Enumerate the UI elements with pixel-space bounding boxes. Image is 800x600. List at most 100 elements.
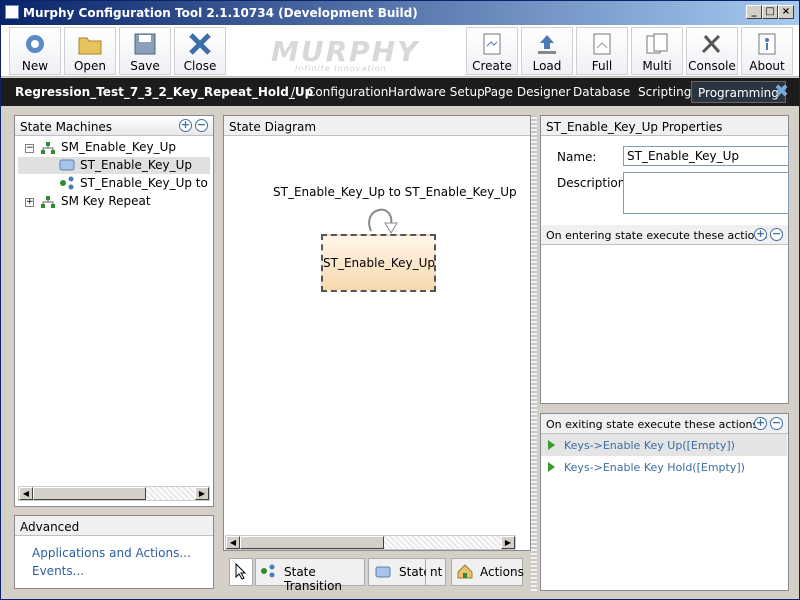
tree-item-transition[interactable]: ST_Enable_Key_Up to ST_ (80, 176, 210, 190)
play-icon (548, 440, 555, 450)
scroll-right-arrow[interactable]: ▶ (501, 536, 515, 549)
play-icon (548, 462, 555, 472)
multi-document-icon (646, 33, 668, 54)
exiting-action-label: Keys->Enable Key Up([Empty]) (564, 439, 735, 452)
exiting-actions-header: On exiting state execute these actions +… (541, 414, 788, 434)
murphy-logo: MURPHY Infinite Innovation (271, 35, 417, 73)
remove-state-machine-button[interactable]: − (195, 119, 208, 132)
properties-panel: ST_Enable_Key_Up Properties Name: ST_Ena… (540, 115, 789, 404)
self-transition-arrow[interactable] (361, 197, 401, 237)
maximize-button[interactable]: □ (762, 5, 778, 19)
window-title: Murphy Configuration Tool 2.1.10734 (Dev… (23, 6, 418, 20)
actions-tool-label: Actions (480, 565, 524, 579)
multi-button[interactable]: Multi (631, 27, 683, 75)
exiting-actions-title: On exiting state execute these actions (546, 418, 759, 431)
tab-hardware-setup[interactable]: Hardware Setup (388, 85, 485, 99)
main-toolbar: New Open Save Close MURPHY Infinite Inno… (1, 25, 799, 77)
minimize-button[interactable]: _ (746, 5, 762, 19)
hidden-tool[interactable]: nt (426, 558, 446, 586)
remove-entering-action-button[interactable]: − (770, 228, 783, 241)
splitter[interactable] (531, 115, 537, 591)
app-icon (5, 5, 19, 19)
collapse-toggle[interactable]: − (25, 144, 34, 153)
folder-icon (78, 37, 102, 55)
state-tool[interactable]: State (368, 558, 431, 586)
scroll-thumb[interactable] (33, 487, 146, 500)
state-icon (59, 159, 75, 171)
console-button[interactable]: Console (686, 27, 738, 75)
exiting-action-label: Keys->Enable Key Hold([Empty]) (564, 461, 745, 474)
events-link[interactable]: Events... (32, 564, 84, 578)
nav-separator: / (291, 85, 296, 99)
tab-page-designer[interactable]: Page Designer (484, 85, 571, 99)
advanced-title: Advanced (20, 520, 80, 534)
scroll-left-arrow[interactable]: ◀ (226, 536, 240, 549)
create-button[interactable]: Create (466, 27, 518, 75)
tree-item-st-enable-key-up[interactable]: ST_Enable_Key_Up (80, 158, 192, 172)
open-label: Open (73, 59, 107, 73)
state-machines-panel: State Machines + − − SM_Enable_Key_Up ST… (14, 115, 214, 507)
about-button[interactable]: About (741, 27, 793, 75)
tab-database[interactable]: Database (573, 85, 630, 99)
add-state-machine-button[interactable]: + (179, 119, 192, 132)
tab-programming[interactable]: Programming (691, 81, 786, 103)
close-x-icon (189, 33, 211, 55)
pointer-tool[interactable] (229, 558, 253, 586)
load-button[interactable]: Load (521, 27, 573, 75)
horizontal-scrollbar[interactable]: ◀ ▶ (18, 486, 210, 501)
scroll-left-arrow[interactable]: ◀ (19, 487, 33, 500)
entering-actions-title: On entering state execute these actions (546, 229, 768, 242)
app-window: Murphy Configuration Tool 2.1.10734 (Dev… (0, 0, 800, 600)
close-window-button[interactable]: × (778, 5, 794, 19)
exiting-action-item[interactable]: Keys->Enable Key Up([Empty]) (541, 434, 787, 456)
state-node[interactable]: ST_Enable_Key_Up (321, 234, 436, 292)
gear-icon (26, 35, 44, 53)
tools-icon (701, 34, 721, 54)
floppy-disk-icon (134, 33, 156, 55)
transition-icon (60, 176, 74, 190)
state-icon (375, 566, 391, 578)
new-button[interactable]: New (9, 27, 61, 75)
full-button[interactable]: Full (576, 27, 628, 75)
open-button[interactable]: Open (64, 27, 116, 75)
console-label: Console (688, 59, 736, 73)
document-create-icon (483, 33, 501, 55)
state-diagram-panel: State Diagram ◀ ▶ (223, 115, 531, 551)
multi-label: Multi (642, 59, 672, 73)
close-label: Close (183, 59, 217, 73)
state-diagram-title: State Diagram (229, 120, 317, 134)
scroll-right-arrow[interactable]: ▶ (195, 487, 209, 500)
actions-tool[interactable]: Actions (451, 558, 524, 586)
applications-and-actions-link[interactable]: Applications and Actions... (32, 546, 191, 560)
add-exiting-action-button[interactable]: + (754, 417, 767, 430)
state-transition-tool[interactable]: State Transition (255, 558, 365, 593)
name-input[interactable]: ST_Enable_Key_Up (623, 146, 789, 166)
tab-configuration[interactable]: Configuration (307, 85, 388, 99)
add-entering-action-button[interactable]: + (754, 228, 767, 241)
hierarchy-icon (41, 142, 55, 154)
description-label: Description: (557, 176, 630, 190)
tree-item-sm-enable-key-up[interactable]: SM_Enable_Key_Up (61, 140, 176, 154)
save-button[interactable]: Save (119, 27, 171, 75)
info-document-icon (758, 33, 776, 55)
create-label: Create (472, 59, 512, 73)
diagram-horizontal-scrollbar[interactable]: ◀ ▶ (225, 535, 516, 550)
exiting-action-item[interactable]: Keys->Enable Key Hold([Empty]) (541, 456, 787, 478)
full-label: Full (591, 59, 613, 73)
tree-item-sm-key-repeat[interactable]: SM Key Repeat (61, 194, 151, 208)
tab-scripting[interactable]: Scripting (638, 85, 691, 99)
remove-exiting-action-button[interactable]: − (770, 417, 783, 430)
advanced-header: Advanced (15, 516, 213, 536)
description-input[interactable] (623, 172, 789, 214)
expand-toggle[interactable]: + (25, 198, 34, 207)
close-button[interactable]: Close (174, 27, 226, 75)
house-icon (457, 564, 473, 579)
close-project-icon[interactable]: ✖ (774, 83, 792, 101)
full-document-icon (593, 33, 611, 55)
scroll-thumb[interactable] (240, 536, 384, 549)
upload-arrow-icon (538, 35, 556, 54)
title-bar: Murphy Configuration Tool 2.1.10734 (Dev… (1, 1, 799, 25)
hierarchy-icon (41, 196, 55, 208)
name-label: Name: (557, 150, 597, 164)
hidden-tool-label: nt (430, 565, 443, 579)
